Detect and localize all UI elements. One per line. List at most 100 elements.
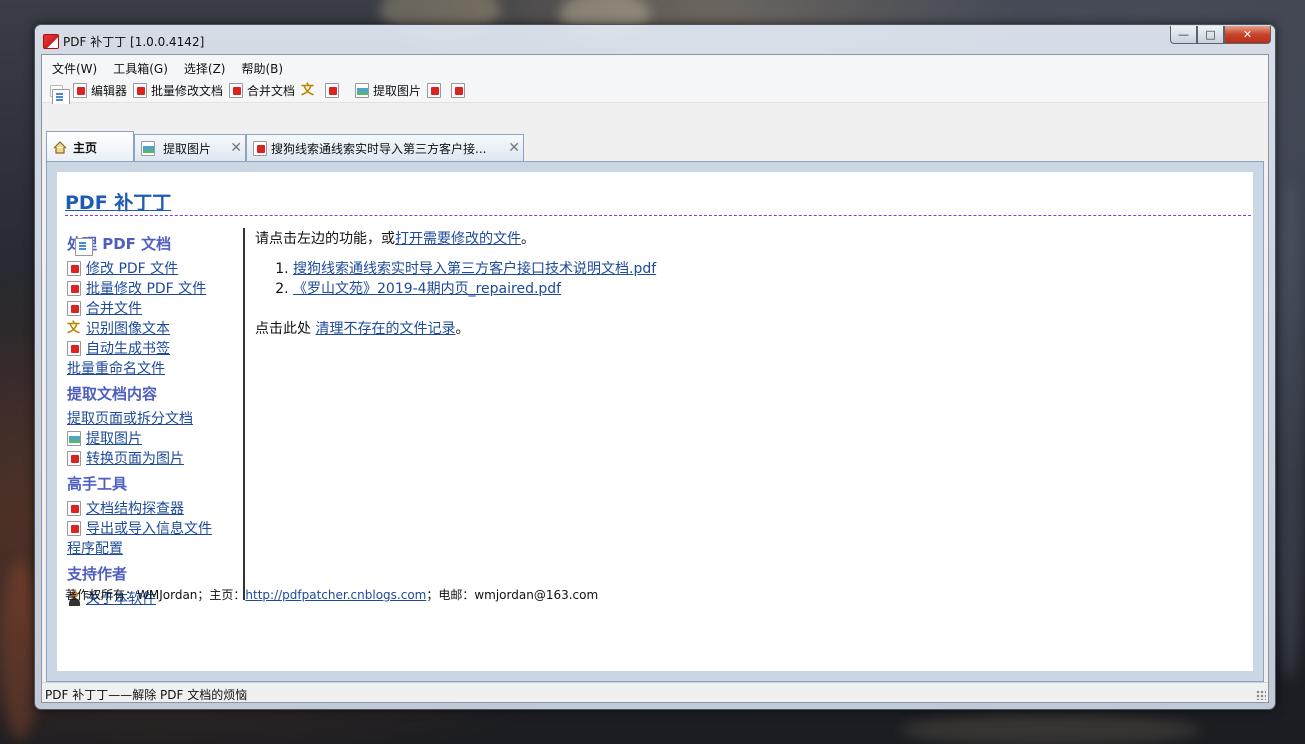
link-batch-rename[interactable]: 批量重命名文件 bbox=[67, 238, 243, 378]
pdf-batch-icon bbox=[133, 83, 148, 98]
pdf-icon bbox=[73, 83, 87, 98]
section-heading-process: 处理 PDF 文档 bbox=[67, 235, 172, 253]
merge-label: 合并文档 bbox=[247, 84, 296, 98]
footer-prefix: 著作权所有：WMJordan；主页： bbox=[65, 588, 246, 602]
clean-suffix: 。 bbox=[455, 321, 470, 337]
tab-home[interactable]: 主页 bbox=[46, 131, 134, 163]
page-title[interactable]: PDF 补丁丁 bbox=[65, 188, 171, 215]
tab-home-label: 主页 bbox=[73, 141, 98, 155]
bookmark-icon bbox=[325, 83, 340, 98]
recent-file-link[interactable]: 搜狗线索通线索实时导入第三方客户接口技术说明文档.pdf bbox=[293, 261, 656, 277]
section-heading-support: 支持作者 bbox=[67, 565, 128, 583]
image-icon bbox=[67, 430, 81, 446]
recent-file-item: 搜狗线索通线索实时导入第三方客户接口技术说明文档.pdf bbox=[293, 258, 1245, 278]
tab-document-label: 搜狗线索通线索实时导入第三方客户接... bbox=[271, 142, 487, 156]
home-page: PDF 补丁丁 处理 PDF 文档 修改 PDF 文件 批量修改 PDF 文件 … bbox=[57, 172, 1253, 671]
recent-file-item: 《罗山文苑》2019-4期内页_repaired.pdf bbox=[293, 278, 1245, 298]
link-structure-inspector[interactable]: 文档结构探查器 bbox=[67, 498, 243, 518]
recent-files-list: 搜狗线索通线索实时导入第三方客户接口技术说明文档.pdf 《罗山文苑》2019-… bbox=[293, 258, 1245, 298]
wallpaper-decoration bbox=[1275, 180, 1305, 680]
menu-file[interactable]: 文件(W) bbox=[46, 55, 107, 79]
recent-file-link[interactable]: 《罗山文苑》2019-4期内页_repaired.pdf bbox=[293, 281, 561, 297]
menu-toolbox[interactable]: 工具箱(G) bbox=[107, 55, 178, 79]
extract-images-label: 提取图片 bbox=[373, 84, 422, 98]
wallpaper-decoration bbox=[900, 715, 1200, 744]
link-structure-inspector-label[interactable]: 文档结构探查器 bbox=[86, 498, 184, 518]
tab-document[interactable]: 搜狗线索通线索实时导入第三方客户接... ✕ bbox=[246, 134, 524, 162]
link-extract-pages-label[interactable]: 提取页面或拆分文档 bbox=[67, 408, 193, 428]
intro-line: 请点击左边的功能，或打开需要修改的文件。 bbox=[255, 228, 1245, 248]
status-text: PDF 补丁丁——解除 PDF 文档的烦恼 bbox=[45, 688, 248, 702]
link-modify-pdf-label[interactable]: 修改 PDF 文件 bbox=[86, 258, 178, 278]
home-icon bbox=[53, 141, 67, 154]
tab-extract-images-label: 提取图片 bbox=[163, 142, 212, 156]
minimize-button[interactable]: — bbox=[1170, 26, 1197, 44]
app-icon[interactable] bbox=[43, 34, 59, 49]
ocr-button[interactable]: 文 bbox=[301, 83, 319, 98]
convert-icon bbox=[427, 83, 442, 98]
close-tab-icon[interactable]: ✕ bbox=[508, 140, 520, 156]
link-extract-pages[interactable]: 提取页面或拆分文档 bbox=[67, 238, 243, 428]
link-export-import[interactable]: 导出或导入信息文件 bbox=[67, 518, 243, 538]
link-merge-files-label[interactable]: 合并文件 bbox=[86, 298, 142, 318]
ocr-icon: 文 bbox=[301, 83, 315, 98]
main-window: PDF 补丁丁 [1.0.0.4142] — □ ✕ 文件(W) 工具箱(G) … bbox=[34, 24, 1276, 710]
link-convert-to-images[interactable]: 转换页面为图片 bbox=[67, 448, 243, 468]
editor-button[interactable]: 编辑器 bbox=[73, 82, 127, 99]
intro-prefix: 请点击左边的功能，或 bbox=[255, 231, 395, 247]
convert-icon bbox=[67, 450, 81, 466]
title-bar[interactable]: PDF 补丁丁 [1.0.0.4142] — □ ✕ bbox=[35, 25, 1275, 53]
tab-strip: 主页 提取图片 ✕ 搜狗线索通线索实时导入第三方客户接... ✕ bbox=[42, 104, 1268, 163]
link-modify-pdf[interactable]: 修改 PDF 文件 bbox=[67, 258, 243, 278]
window-controls: — □ ✕ bbox=[1170, 26, 1271, 44]
homepage-link[interactable]: http://pdfpatcher.cnblogs.com bbox=[245, 588, 426, 602]
link-extract-images[interactable]: 提取图片 bbox=[67, 428, 243, 448]
link-config-label[interactable]: 程序配置 bbox=[67, 538, 123, 558]
footer-suffix: ；电邮：wmjordan@163.com bbox=[426, 588, 599, 602]
maximize-button[interactable]: □ bbox=[1197, 26, 1224, 44]
clean-records-link[interactable]: 清理不存在的文件记录 bbox=[315, 321, 455, 337]
link-config[interactable]: 程序配置 bbox=[67, 238, 243, 558]
link-batch-rename-label[interactable]: 批量重命名文件 bbox=[67, 358, 165, 378]
link-auto-bookmark[interactable]: 自动生成书签 bbox=[67, 338, 243, 358]
link-ocr[interactable]: 文识别图像文本 bbox=[67, 318, 243, 338]
menu-help[interactable]: 帮助(B) bbox=[236, 55, 294, 79]
status-bar: PDF 补丁丁——解除 PDF 文档的烦恼 bbox=[42, 682, 1268, 702]
client-area: 文件(W) 工具箱(G) 选择(Z) 帮助(B) 编辑器 批量修改文档 合并文档… bbox=[41, 54, 1269, 703]
export-icon bbox=[67, 520, 81, 536]
link-auto-bookmark-label[interactable]: 自动生成书签 bbox=[86, 338, 170, 358]
clean-records-line: 点击此处 清理不存在的文件记录。 bbox=[255, 318, 1245, 338]
function-sidebar: 处理 PDF 文档 修改 PDF 文件 批量修改 PDF 文件 合并文件 文识别… bbox=[65, 228, 245, 607]
merge-button[interactable]: 合并文档 bbox=[229, 82, 295, 99]
export-button[interactable] bbox=[451, 83, 469, 98]
link-batch-modify-pdf[interactable]: 批量修改 PDF 文件 bbox=[67, 278, 243, 298]
config-icon bbox=[75, 238, 93, 256]
link-export-import-label[interactable]: 导出或导入信息文件 bbox=[86, 518, 212, 538]
pdf-icon bbox=[67, 260, 81, 276]
section-heading-extract: 提取文档内容 bbox=[67, 385, 158, 403]
merge-icon bbox=[67, 300, 81, 316]
link-convert-to-images-label[interactable]: 转换页面为图片 bbox=[86, 448, 184, 468]
link-ocr-label[interactable]: 识别图像文本 bbox=[86, 318, 170, 338]
export-icon bbox=[451, 83, 466, 98]
link-batch-modify-pdf-label[interactable]: 批量修改 PDF 文件 bbox=[86, 278, 206, 298]
close-button[interactable]: ✕ bbox=[1224, 26, 1271, 44]
image-icon bbox=[141, 141, 155, 156]
clean-prefix: 点击此处 bbox=[255, 321, 311, 337]
pdf-icon bbox=[253, 141, 267, 156]
batch-modify-label: 批量修改文档 bbox=[151, 84, 224, 98]
content-frame: PDF 补丁丁 处理 PDF 文档 修改 PDF 文件 批量修改 PDF 文件 … bbox=[46, 161, 1264, 682]
link-extract-images-label[interactable]: 提取图片 bbox=[86, 428, 142, 448]
tab-extract-images[interactable]: 提取图片 ✕ bbox=[134, 134, 246, 162]
extract-images-button[interactable]: 提取图片 bbox=[355, 82, 421, 99]
convert-button[interactable] bbox=[427, 83, 445, 98]
batch-modify-button[interactable]: 批量修改文档 bbox=[133, 82, 223, 99]
main-panel: 请点击左边的功能，或打开需要修改的文件。 搜狗线索通线索实时导入第三方客户接口技… bbox=[255, 228, 1245, 338]
close-tab-icon[interactable]: ✕ bbox=[230, 140, 242, 156]
resize-grip[interactable] bbox=[1256, 690, 1266, 700]
menu-select[interactable]: 选择(Z) bbox=[178, 55, 236, 79]
open-file-link[interactable]: 打开需要修改的文件 bbox=[395, 231, 521, 247]
toolbar: 编辑器 批量修改文档 合并文档 文 提取图片 bbox=[42, 79, 1268, 107]
bookmark-button[interactable] bbox=[325, 83, 343, 98]
link-merge-files[interactable]: 合并文件 bbox=[67, 298, 243, 318]
